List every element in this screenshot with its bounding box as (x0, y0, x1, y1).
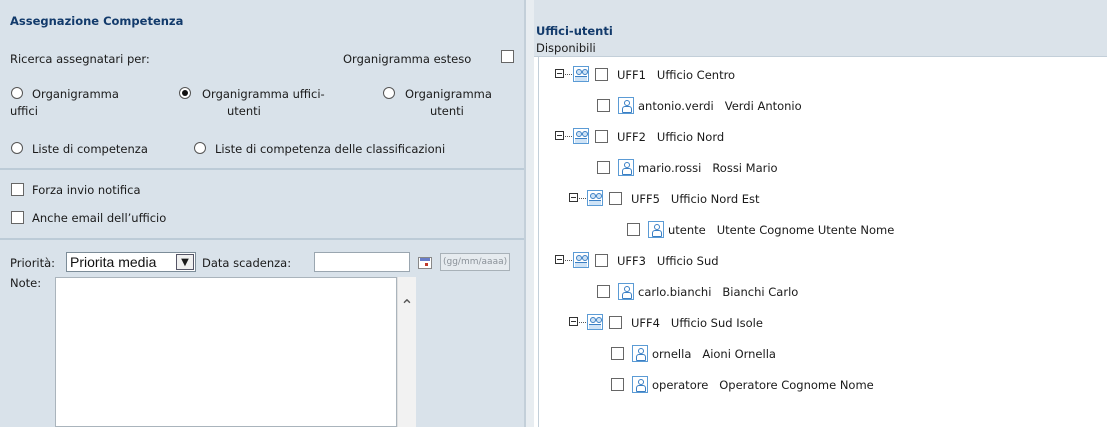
radio-organigramma-uffici-utenti[interactable] (179, 87, 191, 99)
office-checkbox[interactable] (595, 130, 608, 143)
anche-email-checkbox[interactable] (11, 211, 24, 224)
radio-organigramma-uffici-utenti-label-2: utenti (227, 104, 261, 118)
assegnazione-panel: Assegnazione Competenza Ricerca assegnat… (0, 0, 526, 427)
user-label: utente Utente Cognome Utente Nome (668, 223, 895, 237)
office-label: UFF5 Ufficio Nord Est (631, 192, 760, 206)
radio-organigramma-utenti-label: Organigramma (405, 87, 492, 101)
user-checkbox[interactable] (597, 285, 610, 298)
notification-section: Forza invio notifica Anche email dell’uf… (0, 170, 524, 240)
tree-collapse-toggle[interactable] (555, 131, 564, 140)
note-scrollbar[interactable]: ⌃ (397, 277, 416, 427)
panel-title: Assegnazione Competenza (10, 14, 184, 28)
radio-liste-classificazioni[interactable] (194, 142, 206, 154)
note-textarea[interactable] (55, 277, 397, 427)
user-checkbox[interactable] (627, 223, 640, 236)
organigramma-esteso-checkbox[interactable] (501, 50, 514, 63)
search-label: Ricerca assegnatari per: (10, 52, 150, 66)
user-icon (648, 221, 664, 238)
calendar-icon[interactable] (418, 257, 432, 269)
tree-connector (579, 198, 586, 199)
tree-connector (565, 136, 572, 137)
user-icon (618, 283, 634, 300)
search-section: Assegnazione Competenza Ricerca assegnat… (0, 0, 524, 170)
tree-header: Uffici-utenti Disponibili (534, 0, 1107, 57)
priorita-label: Priorità: (10, 256, 56, 270)
tree-title: Uffici-utenti (536, 24, 613, 38)
priorita-select[interactable]: Priorita media ▼ (66, 252, 196, 272)
office-checkbox[interactable] (595, 254, 608, 267)
user-label: operatore Operatore Cognome Nome (652, 378, 874, 392)
user-icon (632, 345, 648, 362)
date-format-hint: (gg/mm/aaaa) (440, 253, 511, 271)
tree-collapse-toggle[interactable] (555, 255, 564, 264)
chevron-up-icon[interactable]: ⌃ (398, 298, 416, 314)
radio-organigramma-utenti[interactable] (383, 87, 395, 99)
priorita-selected-value: Priorita media (70, 254, 157, 270)
user-icon (618, 97, 634, 114)
radio-liste-competenza-label: Liste di competenza (32, 142, 148, 156)
radio-organigramma-uffici-label-2: uffici (10, 104, 38, 118)
data-scadenza-input[interactable] (314, 252, 410, 272)
radio-organigramma-uffici[interactable] (11, 87, 23, 99)
tree-connector (565, 74, 572, 75)
user-label: carlo.bianchi Bianchi Carlo (638, 285, 799, 299)
tree-collapse-toggle[interactable] (569, 193, 578, 202)
forza-invio-label: Forza invio notifica (32, 183, 141, 197)
radio-organigramma-uffici-utenti-label: Organigramma uffici- (202, 87, 325, 101)
tree-collapse-toggle[interactable] (555, 69, 564, 78)
office-label: UFF4 Ufficio Sud Isole (631, 316, 763, 330)
office-icon (573, 252, 589, 268)
office-checkbox[interactable] (595, 68, 608, 81)
user-checkbox[interactable] (597, 161, 610, 174)
chevron-down-icon[interactable]: ▼ (176, 254, 194, 270)
office-checkbox[interactable] (609, 316, 622, 329)
forza-invio-checkbox[interactable] (11, 183, 24, 196)
note-label: Note: (10, 276, 42, 290)
office-label: UFF3 Ufficio Sud (617, 254, 719, 268)
radio-organigramma-uffici-label: Organigramma (32, 87, 119, 101)
tree-collapse-toggle[interactable] (569, 317, 578, 326)
uffici-utenti-panel: Uffici-utenti Disponibili UFF1 Ufficio C… (534, 0, 1107, 427)
user-label: mario.rossi Rossi Mario (638, 161, 778, 175)
office-icon (587, 314, 603, 330)
organigramma-esteso-label: Organigramma esteso (343, 52, 472, 66)
radio-liste-classificazioni-label: Liste di competenza delle classificazion… (215, 142, 446, 156)
radio-liste-competenza[interactable] (11, 142, 23, 154)
office-label: UFF2 Ufficio Nord (617, 130, 725, 144)
office-icon (587, 190, 603, 206)
office-icon (573, 128, 589, 144)
tree-connector (579, 322, 586, 323)
user-checkbox[interactable] (597, 99, 610, 112)
office-label: UFF1 Ufficio Centro (617, 68, 736, 82)
tree-connector (565, 260, 572, 261)
panel-gutter (526, 0, 534, 427)
radio-organigramma-utenti-label-2: utenti (430, 104, 464, 118)
anche-email-label: Anche email dell’ufficio (32, 211, 167, 225)
tree-subtitle: Disponibili (536, 41, 596, 55)
user-checkbox[interactable] (611, 347, 624, 360)
user-label: antonio.verdi Verdi Antonio (638, 99, 802, 113)
data-scadenza-label: Data scadenza: (202, 256, 292, 270)
office-tree[interactable]: UFF1 Ufficio Centro antonio.verdi Verdi A… (538, 57, 1107, 427)
office-checkbox[interactable] (609, 192, 622, 205)
office-icon (573, 66, 589, 82)
user-label: ornella Aioni Ornella (652, 347, 776, 361)
user-icon (632, 376, 648, 393)
user-checkbox[interactable] (611, 378, 624, 391)
user-icon (618, 159, 634, 176)
